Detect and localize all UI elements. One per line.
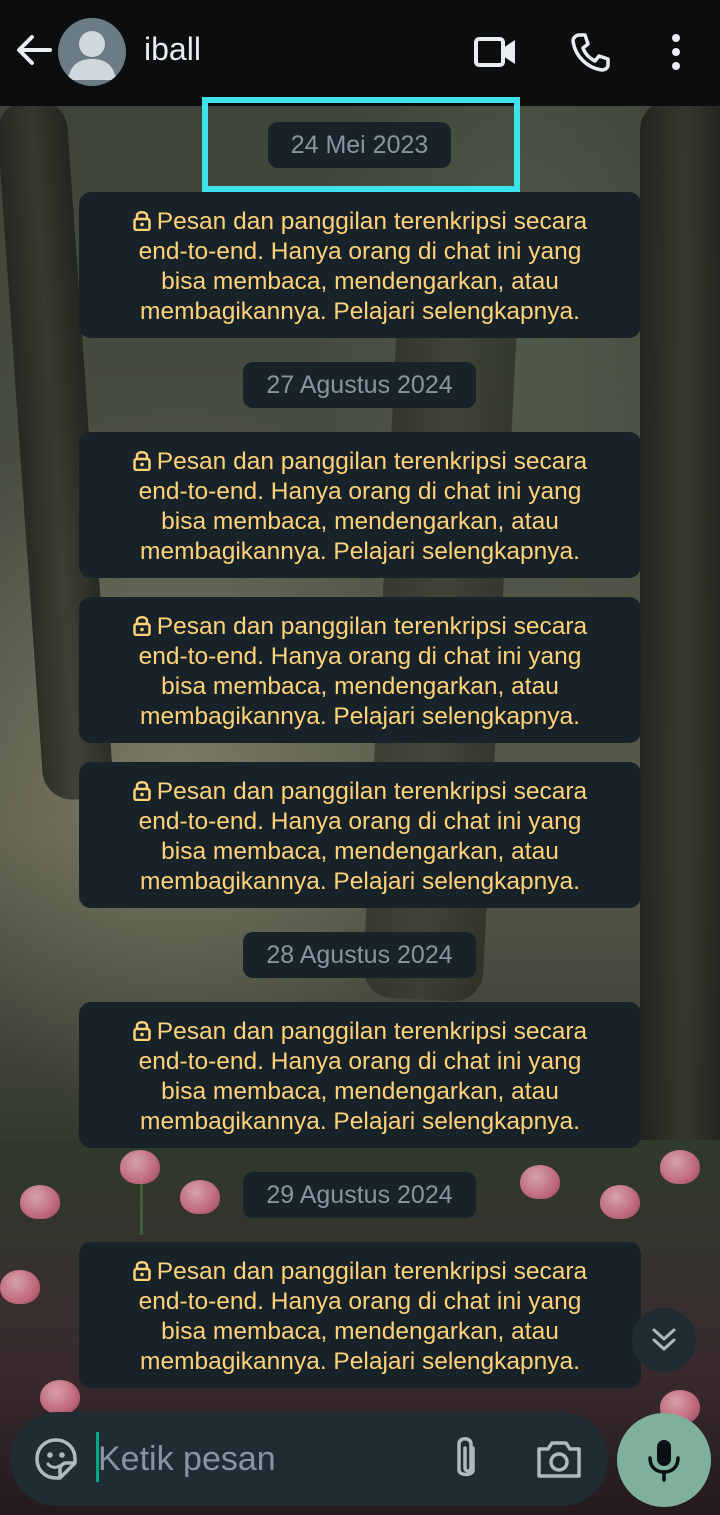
notice-line: membagikannya. Pelajari selengkapnya. [140, 1348, 580, 1375]
encryption-notice[interactable]: Pesan dan panggilan terenkripsi secara e… [79, 762, 641, 908]
avatar[interactable] [58, 18, 126, 86]
back-arrow-icon[interactable] [14, 30, 54, 70]
notice-line: Pesan dan panggilan terenkripsi secara [101, 1017, 619, 1047]
tulip [20, 1185, 60, 1219]
mic-button[interactable] [617, 1413, 711, 1507]
notice-line: bisa membaca, mendengarkan, atau [161, 508, 559, 535]
encryption-notice[interactable]: Pesan dan panggilan terenkripsi secara e… [79, 1242, 641, 1388]
tulip [120, 1150, 160, 1184]
lock-icon [133, 209, 151, 232]
notice-line: end-to-end. Hanya orang di chat ini yang [138, 238, 582, 265]
message-input[interactable] [98, 1436, 428, 1482]
video-call-icon[interactable] [473, 30, 517, 74]
notice-line: Pesan dan panggilan terenkripsi secara [101, 207, 619, 237]
notice-line: membagikannya. Pelajari selengkapnya. [140, 538, 580, 565]
avatar-icon [68, 31, 116, 80]
tulip [520, 1165, 560, 1199]
notice-line: bisa membaca, mendengarkan, atau [161, 1318, 559, 1345]
encryption-notice[interactable]: Pesan dan panggilan terenkripsi secara e… [79, 1002, 641, 1148]
notice-line: Pesan dan panggilan terenkripsi secara [101, 1257, 619, 1287]
lock-icon [133, 449, 151, 472]
date-chip: 27 Agustus 2024 [243, 362, 476, 408]
double-chevron-down-icon [652, 1328, 676, 1351]
notice-line: membagikannya. Pelajari selengkapnya. [140, 298, 580, 325]
encryption-notice[interactable]: Pesan dan panggilan terenkripsi secara e… [79, 192, 641, 338]
camera-icon[interactable] [534, 1436, 584, 1482]
lock-icon [133, 1259, 151, 1282]
attach-icon[interactable] [446, 1434, 486, 1484]
tulip [40, 1380, 80, 1414]
notice-line: end-to-end. Hanya orang di chat ini yang [138, 808, 582, 835]
notice-line: Pesan dan panggilan terenkripsi secara [101, 447, 619, 477]
notice-line: end-to-end. Hanya orang di chat ini yang [138, 478, 582, 505]
lock-icon [133, 779, 151, 802]
tulip [660, 1150, 700, 1184]
tulip [600, 1185, 640, 1219]
contact-name[interactable]: iball [144, 31, 201, 68]
lock-icon [133, 614, 151, 637]
chat-header: iball [0, 0, 720, 106]
mic-icon [648, 1440, 680, 1482]
notice-line: end-to-end. Hanya orang di chat ini yang [138, 643, 582, 670]
tulip [180, 1180, 220, 1214]
notice-line: membagikannya. Pelajari selengkapnya. [140, 1108, 580, 1135]
tulip [0, 1270, 40, 1304]
notice-line: bisa membaca, mendengarkan, atau [161, 838, 559, 865]
tulip-stem [140, 1175, 143, 1235]
encryption-notice[interactable]: Pesan dan panggilan terenkripsi secara e… [79, 432, 641, 578]
scroll-to-bottom-button[interactable] [632, 1308, 696, 1372]
encryption-notice[interactable]: Pesan dan panggilan terenkripsi secara e… [79, 597, 641, 743]
message-composer [10, 1412, 608, 1506]
notice-line: Pesan dan panggilan terenkripsi secara [101, 612, 619, 642]
phone-icon[interactable] [569, 30, 613, 74]
tree-trunk [640, 100, 720, 1300]
notice-line: end-to-end. Hanya orang di chat ini yang [138, 1288, 582, 1315]
date-chip: 28 Agustus 2024 [243, 932, 476, 978]
sticker-icon[interactable] [32, 1435, 80, 1483]
lock-icon [133, 1019, 151, 1042]
notice-line: end-to-end. Hanya orang di chat ini yang [138, 1048, 582, 1075]
notice-line: bisa membaca, mendengarkan, atau [161, 673, 559, 700]
date-chip: 29 Agustus 2024 [243, 1172, 476, 1218]
notice-line: Pesan dan panggilan terenkripsi secara [101, 777, 619, 807]
notice-line: membagikannya. Pelajari selengkapnya. [140, 703, 580, 730]
notice-line: bisa membaca, mendengarkan, atau [161, 1078, 559, 1105]
more-vert-icon[interactable] [654, 30, 698, 74]
notice-line: bisa membaca, mendengarkan, atau [161, 268, 559, 295]
notice-line: membagikannya. Pelajari selengkapnya. [140, 868, 580, 895]
selection-highlight-box [202, 97, 520, 192]
